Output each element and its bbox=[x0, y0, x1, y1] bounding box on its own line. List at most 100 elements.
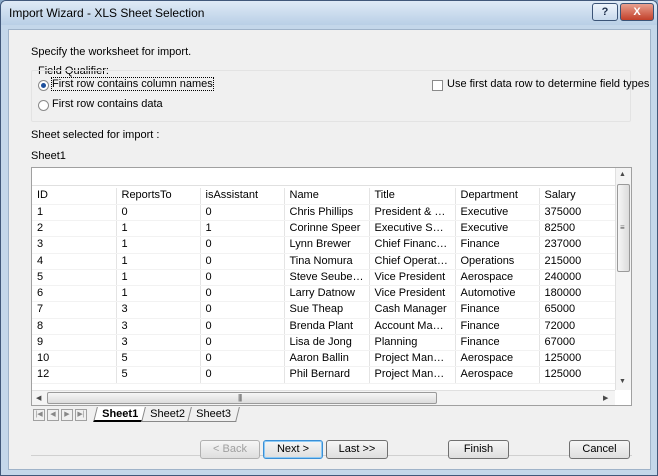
tab-sheet1[interactable]: Sheet1 bbox=[93, 407, 147, 422]
grid-cell: 8 bbox=[32, 318, 117, 335]
grid-cell: 2 bbox=[32, 220, 117, 238]
grid-cell: 3 bbox=[116, 318, 201, 335]
tab-sheet3[interactable]: Sheet3 bbox=[187, 407, 240, 422]
grid-cell: 1 bbox=[116, 236, 201, 254]
grid-cell: Chief Financial... bbox=[369, 236, 456, 254]
table-row: 7 3 0 Sue Theap Cash Manager Finance 65000 bbox=[32, 301, 616, 319]
vertical-scrollbar[interactable]: ▲ ≡ ▼ bbox=[615, 168, 631, 390]
vertical-grip-icon: ≡ bbox=[620, 223, 625, 232]
use-first-data-row-label[interactable]: Use first data row to determine field ty… bbox=[447, 78, 649, 90]
grid-cell: 375000 bbox=[539, 204, 616, 222]
horizontal-scroll-thumb[interactable]: ||| bbox=[47, 392, 437, 404]
cancel-button[interactable]: Cancel bbox=[569, 440, 630, 459]
grid-cell: Executive Secr... bbox=[369, 220, 456, 238]
grid-cell: 0 bbox=[200, 334, 285, 352]
grid-cell: Automotive bbox=[455, 285, 540, 303]
tab-sheet3-label: Sheet3 bbox=[196, 408, 231, 420]
grid-cell: 5 bbox=[116, 366, 201, 384]
grid-cell: 1 bbox=[200, 220, 285, 238]
table-row: 8 3 0 Brenda Plant Account Mana... Finance 720… bbox=[32, 318, 616, 335]
grid-cell: Aerospace bbox=[455, 366, 540, 384]
grid-cell: Sue Theap bbox=[284, 301, 370, 319]
grid-cell: 215000 bbox=[539, 253, 616, 270]
grid-cell: 7 bbox=[32, 301, 117, 319]
grid-cell: 240000 bbox=[539, 269, 616, 287]
grid-cell: 0 bbox=[200, 236, 285, 254]
sheet-selected-value: Sheet1 bbox=[31, 150, 66, 162]
back-button[interactable]: < Back bbox=[200, 440, 260, 459]
column-header: ID bbox=[32, 188, 117, 205]
grid-cell: 1 bbox=[32, 204, 117, 222]
grid-cell: 0 bbox=[200, 301, 285, 319]
use-first-data-row-checkbox[interactable] bbox=[432, 80, 443, 91]
grid-cell: 0 bbox=[200, 285, 285, 303]
prev-sheet-nav-icon[interactable]: ◀ bbox=[47, 409, 59, 421]
scroll-left-arrow-icon[interactable]: ◀ bbox=[36, 394, 41, 402]
table-row: 12 5 0 Phil Bernard Project Manager Aerospace… bbox=[32, 366, 616, 384]
title-bar[interactable]: Import Wizard - XLS Sheet Selection ? X bbox=[1, 1, 657, 25]
grid-cell: Aerospace bbox=[455, 350, 540, 368]
help-button[interactable]: ? bbox=[592, 3, 618, 21]
radio-first-row-data-label[interactable]: First row contains data bbox=[52, 98, 163, 110]
radio-first-row-data[interactable] bbox=[38, 100, 49, 111]
scroll-up-arrow-icon[interactable]: ▲ bbox=[619, 171, 626, 178]
close-button[interactable]: X bbox=[620, 3, 654, 21]
grid-cell: Chief Operatio... bbox=[369, 253, 456, 270]
grid-cell: Corinne Speer bbox=[284, 220, 370, 238]
grid-cell: 3 bbox=[32, 236, 117, 254]
first-sheet-nav-icon[interactable]: |◀ bbox=[33, 409, 45, 421]
table-row: 10 5 0 Aaron Ballin Project Manager Aerospace… bbox=[32, 350, 616, 368]
import-wizard-window: Import Wizard - XLS Sheet Selection ? X … bbox=[0, 0, 658, 476]
grid-cell: 1 bbox=[116, 253, 201, 270]
grid-cell: Planning bbox=[369, 334, 456, 352]
grid-cell: Finance bbox=[455, 301, 540, 319]
grid-cell: 0 bbox=[116, 204, 201, 222]
column-header: isAssistant bbox=[200, 188, 285, 205]
scroll-right-arrow-icon[interactable]: ▶ bbox=[603, 394, 608, 402]
table-row: 5 1 0 Steve Seuberling Vice President Aerospa… bbox=[32, 269, 616, 287]
vertical-scroll-thumb[interactable]: ≡ bbox=[617, 184, 630, 272]
grid-cell: 0 bbox=[200, 253, 285, 270]
finish-button[interactable]: Finish bbox=[448, 440, 509, 459]
horizontal-grip-icon: ||| bbox=[238, 393, 242, 402]
tab-sheet1-label: Sheet1 bbox=[102, 408, 139, 420]
table-row: 9 3 0 Lisa de Jong Planning Finance 67000 bbox=[32, 334, 616, 352]
last-button[interactable]: Last >> bbox=[326, 440, 388, 459]
grid-cell: 125000 bbox=[539, 350, 616, 368]
next-button[interactable]: Next > bbox=[263, 440, 323, 459]
grid-header-row: ID ReportsTo isAssistant Name Title Departmen… bbox=[32, 188, 616, 205]
horizontal-scrollbar[interactable]: ◀ ||| ▶ bbox=[32, 390, 615, 405]
tab-sheet2[interactable]: Sheet2 bbox=[141, 407, 194, 422]
window-title: Import Wizard - XLS Sheet Selection bbox=[9, 6, 205, 20]
grid-cell: Phil Bernard bbox=[284, 366, 370, 384]
grid-cell: 5 bbox=[32, 269, 117, 287]
grid-cell: Lisa de Jong bbox=[284, 334, 370, 352]
radio-first-row-column-names[interactable] bbox=[38, 80, 49, 91]
grid-cell: 0 bbox=[200, 269, 285, 287]
scroll-down-arrow-icon[interactable]: ▼ bbox=[619, 378, 626, 385]
data-preview-grid[interactable]: ID ReportsTo isAssistant Name Title Departmen… bbox=[31, 167, 632, 406]
table-row: 1 0 0 Chris Phillips President & CEO Executiv… bbox=[32, 204, 616, 222]
tab-sheet2-label: Sheet2 bbox=[150, 408, 185, 420]
column-header: ReportsTo bbox=[116, 188, 201, 205]
grid-cell: 4 bbox=[32, 253, 117, 270]
grid-cell: 3 bbox=[116, 334, 201, 352]
grid-cell: Larry Datnow bbox=[284, 285, 370, 303]
grid-cell: Project Manager bbox=[369, 366, 456, 384]
grid-cell: Brenda Plant bbox=[284, 318, 370, 335]
grid-cell: Chris Phillips bbox=[284, 204, 370, 222]
grid-cell: Executive bbox=[455, 220, 540, 238]
grid-cell: 1 bbox=[116, 220, 201, 238]
last-sheet-nav-icon[interactable]: ▶| bbox=[75, 409, 87, 421]
grid-cell: 10 bbox=[32, 350, 117, 368]
table-row: 4 1 0 Tina Nomura Chief Operatio... Operation… bbox=[32, 253, 616, 270]
grid-cell: 0 bbox=[200, 366, 285, 384]
column-header: Salary bbox=[539, 188, 616, 205]
radio-first-row-column-names-label[interactable]: First row contains column names bbox=[51, 77, 214, 91]
grid-cell: Project Manager bbox=[369, 350, 456, 368]
next-sheet-nav-icon[interactable]: ▶ bbox=[61, 409, 73, 421]
field-qualifier-group: First row contains column names First ro… bbox=[31, 70, 649, 122]
column-header: Name bbox=[284, 188, 370, 205]
grid-cell: Vice President bbox=[369, 269, 456, 287]
grid-cell: Account Mana... bbox=[369, 318, 456, 335]
